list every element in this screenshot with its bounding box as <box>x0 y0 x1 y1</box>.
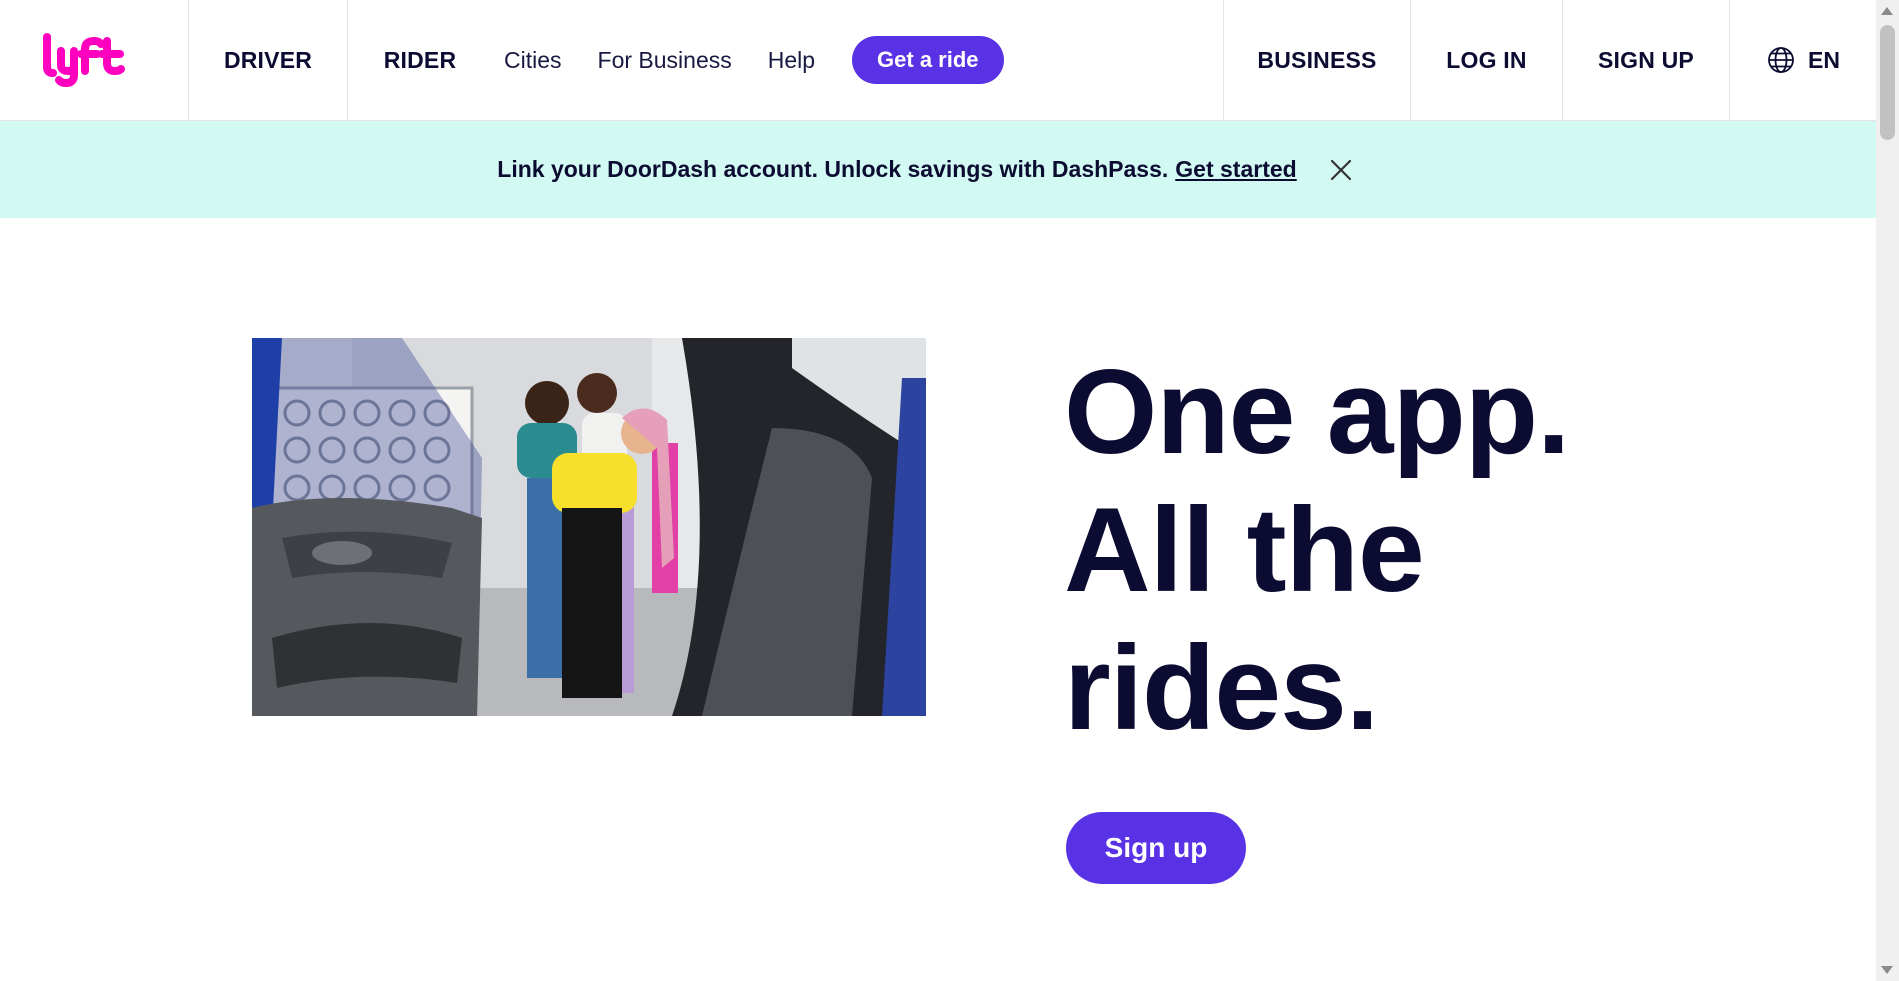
language-label: EN <box>1808 46 1840 73</box>
lyft-logo-icon <box>43 33 125 87</box>
headline-line-1: One app. <box>1064 345 1570 479</box>
scroll-down-arrow-icon[interactable] <box>1881 966 1893 974</box>
nav-help[interactable]: Help <box>750 0 833 120</box>
hero-photo <box>252 338 926 716</box>
dashpass-banner: Link your DoorDash account. Unlock savin… <box>0 121 1876 218</box>
nav-for-business[interactable]: For Business <box>580 0 750 120</box>
nav-sign-up[interactable]: SIGN UP <box>1563 0 1730 120</box>
hero-image <box>252 338 926 716</box>
nav-business[interactable]: BUSINESS <box>1224 0 1411 120</box>
nav-spacer <box>1004 0 1224 120</box>
language-selector[interactable]: EN <box>1730 0 1876 120</box>
headline-line-3: rides. <box>1064 621 1379 755</box>
banner-text: Link your DoorDash account. Unlock savin… <box>497 156 1169 182</box>
sign-up-button[interactable]: Sign up <box>1066 812 1246 884</box>
page: DRIVER RIDER Cities For Business Help Ge… <box>0 0 1876 981</box>
get-a-ride-button[interactable]: Get a ride <box>852 36 1004 84</box>
lyft-logo[interactable] <box>0 0 189 120</box>
scroll-thumb[interactable] <box>1880 25 1895 140</box>
nav-log-in[interactable]: LOG IN <box>1411 0 1563 120</box>
scroll-up-arrow-icon[interactable] <box>1881 7 1893 15</box>
get-a-ride-wrapper: Get a ride <box>833 0 1004 120</box>
nav-driver[interactable]: DRIVER <box>189 0 348 120</box>
nav-cities[interactable]: Cities <box>492 0 580 120</box>
hero-headline: One app. All the rides. <box>1064 343 1764 757</box>
banner-get-started-link[interactable]: Get started <box>1175 156 1296 183</box>
headline-line-2: All the <box>1064 483 1425 617</box>
page-scrollbar[interactable] <box>1876 0 1899 981</box>
globe-icon <box>1768 47 1794 73</box>
nav-rider[interactable]: RIDER <box>348 0 492 120</box>
close-icon[interactable] <box>1327 156 1355 184</box>
top-nav: DRIVER RIDER Cities For Business Help Ge… <box>0 0 1876 121</box>
